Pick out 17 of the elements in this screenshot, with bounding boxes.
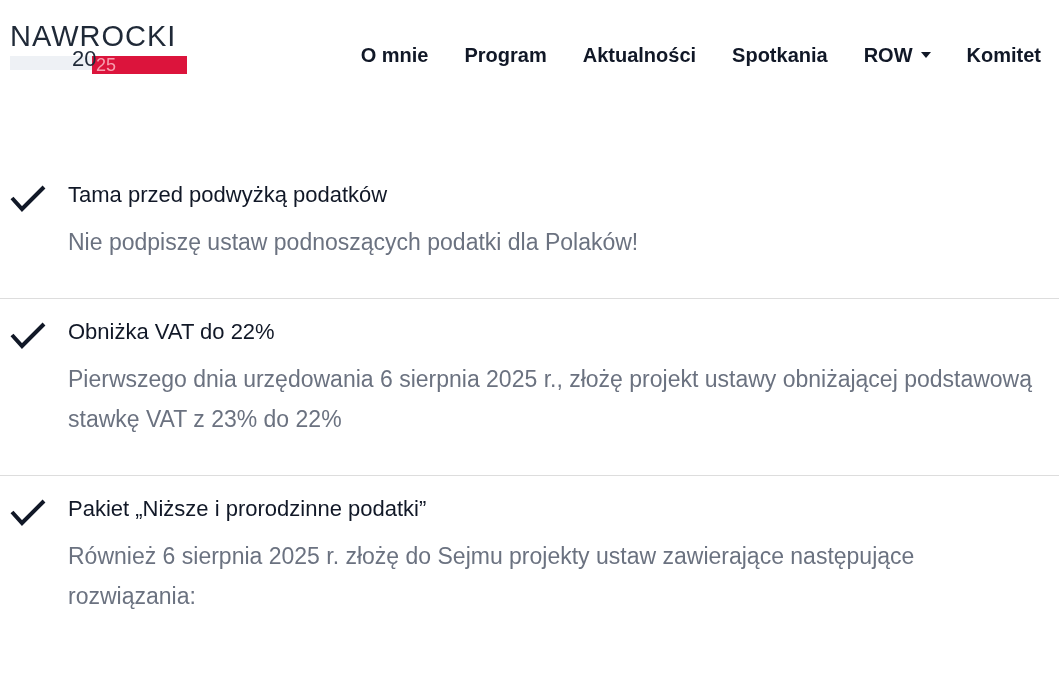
- item-title: Tama przed podwyżką podatków: [68, 181, 389, 209]
- nav-link[interactable]: ROW: [863, 40, 931, 70]
- checkmark-icon: [10, 498, 46, 526]
- nav-link[interactable]: Aktualności: [582, 40, 697, 70]
- nav-link[interactable]: Spotkania: [732, 40, 828, 70]
- checkmark-icon: [10, 184, 46, 212]
- caret-icon: [920, 52, 931, 58]
- item-text: Nie podpiszę ustaw podnoszących podatki dla Polaków!: [68, 228, 639, 257]
- checkmark-icon: [10, 321, 46, 349]
- item-title: Pakiet „Niższe i prorodzinne podatki”: [68, 495, 428, 523]
- item-text: Również 6 sierpnia 2025 r. złożę do Sejmu projekty ustaw zawierające następujące rozwiązania:: [68, 542, 916, 611]
- logo-year-end: 25: [96, 56, 117, 74]
- nav-link[interactable]: O mnie: [360, 40, 429, 70]
- nav-link[interactable]: Program: [464, 40, 547, 70]
- item-title: Obniżka VAT do 22%: [68, 318, 276, 346]
- nav-link[interactable]: Komitet: [966, 40, 1041, 70]
- item-text: Pierwszego dnia urzędowania 6 sierpnia 2025 r., złożę projekt ustawy obniżającej podstawową stawkę VAT z 23% do 22%: [68, 365, 1033, 434]
